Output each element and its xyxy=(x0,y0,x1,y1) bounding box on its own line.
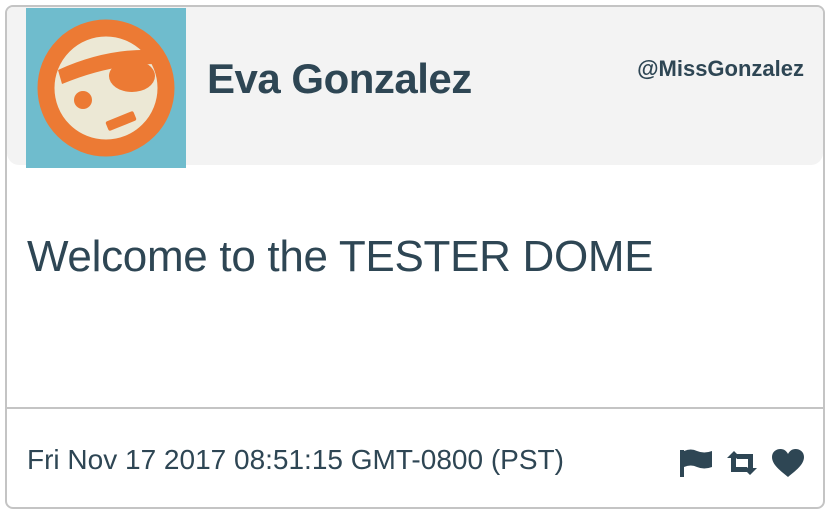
footer-divider xyxy=(7,407,823,409)
tweet-header: Eva Gonzalez @MissGonzalez xyxy=(7,7,823,168)
tweet-card: Eva Gonzalez @MissGonzalez Welcome to th… xyxy=(5,5,825,509)
tweet-message: Welcome to the TESTER DOME xyxy=(27,232,654,281)
avatar[interactable] xyxy=(26,8,186,168)
tweet-actions xyxy=(679,447,805,479)
author-name: Eva Gonzalez xyxy=(207,55,472,102)
author-handle: @MissGonzalez xyxy=(637,56,804,81)
heart-icon[interactable] xyxy=(771,448,805,478)
flag-icon[interactable] xyxy=(679,448,713,478)
tweet-timestamp: Fri Nov 17 2017 08:51:15 GMT-0800 (PST) xyxy=(27,444,564,475)
retweet-icon[interactable] xyxy=(725,448,759,478)
